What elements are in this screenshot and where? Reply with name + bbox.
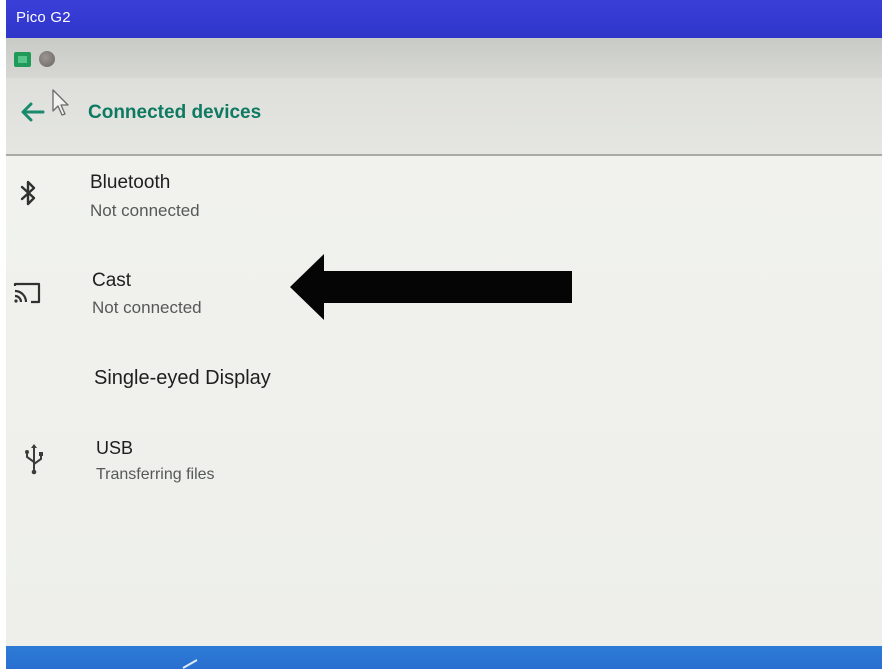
nav-back-icon[interactable]: [181, 657, 199, 669]
list-item-subtitle: Not connected: [90, 201, 200, 220]
list-item-single-eyed-display[interactable]: Single-eyed Display: [6, 352, 706, 412]
usb-icon: [20, 442, 50, 475]
back-arrow-icon[interactable]: [17, 96, 49, 128]
list-item-subtitle: Not connected: [92, 298, 202, 317]
list-item-usb[interactable]: USB Transferring files: [6, 424, 706, 504]
navigation-bar: [6, 646, 882, 669]
mouse-cursor-icon: [50, 88, 72, 118]
screen: Pico G2 Connected devices Bluetooth Not …: [0, 0, 882, 669]
window-titlebar: Pico G2: [6, 0, 882, 38]
list-item-title: USB: [96, 438, 134, 458]
app-bar: Connected devices: [6, 78, 882, 156]
page-title: Connected devices: [88, 102, 262, 123]
status-bar: [6, 38, 882, 78]
notification-dot-icon: [39, 51, 55, 67]
window-title: Pico G2: [16, 9, 71, 26]
list-item-bluetooth[interactable]: Bluetooth Not connected: [6, 156, 706, 248]
list-item-title: Bluetooth: [90, 172, 171, 193]
app-icon: [14, 52, 31, 67]
list-item-subtitle: Transferring files: [96, 466, 215, 483]
bluetooth-icon: [14, 178, 44, 208]
settings-list: Bluetooth Not connected Cast Not connect…: [6, 156, 882, 646]
annotation-arrow: [288, 252, 573, 322]
cast-icon: [11, 278, 41, 308]
list-item-title: Single-eyed Display: [94, 367, 271, 389]
list-item-title: Cast: [92, 270, 132, 291]
